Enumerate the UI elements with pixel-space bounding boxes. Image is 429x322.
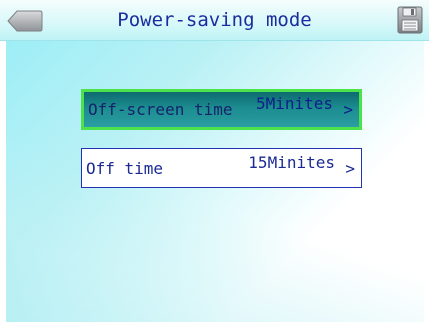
setting-label: Off time (86, 158, 164, 178)
setting-off-screen-time[interactable]: Off-screen time 5Minites > (81, 89, 362, 130)
setting-value: 15Minites (248, 152, 335, 172)
save-floppy-icon (397, 6, 423, 34)
title-bar: Power-saving mode (0, 0, 429, 41)
settings-panel: Off-screen time 5Minites > Off time 15Mi… (6, 41, 424, 322)
chevron-right-icon: > (345, 158, 355, 178)
chevron-right-icon: > (343, 100, 353, 119)
save-button[interactable] (397, 6, 423, 34)
setting-value: 5Minites (255, 94, 333, 113)
screen: Power-saving mode Off-screen time 5Minit… (0, 0, 429, 322)
setting-label: Off-screen time (88, 100, 233, 119)
page-title: Power-saving mode (117, 9, 312, 31)
setting-off-time[interactable]: Off time 15Minites > (81, 148, 362, 188)
